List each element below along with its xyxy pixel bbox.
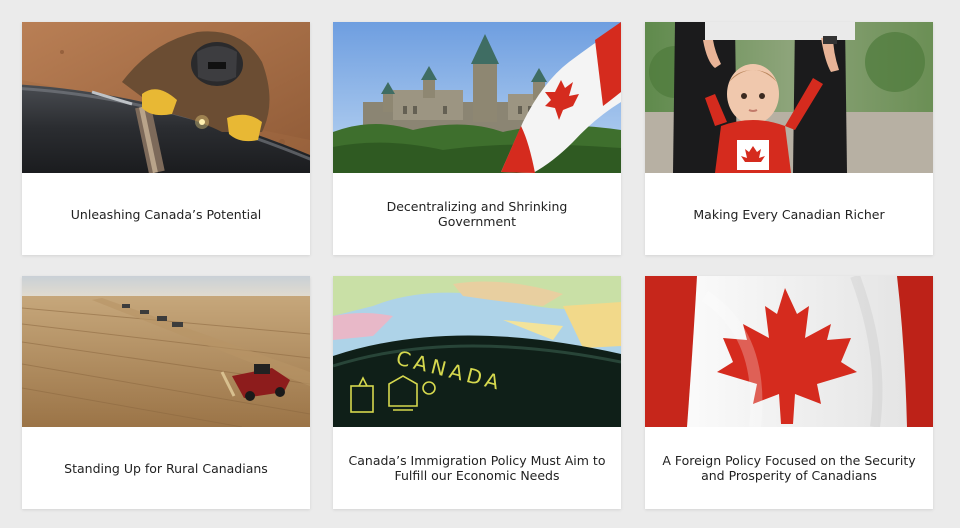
policy-card-immigration[interactable]: CANADA Canada’s Immigration Policy Must … [333, 276, 621, 509]
toddler-image[interactable] [645, 22, 933, 173]
passport-map-image[interactable]: CANADA [333, 276, 621, 427]
policy-card-title[interactable]: A Foreign Policy Focused on the Security… [659, 427, 919, 509]
policy-card-title[interactable]: Canada’s Immigration Policy Must Aim to … [347, 427, 607, 509]
canadian-flag-image[interactable] [645, 276, 933, 427]
cut-off-intro-text [0, 0, 960, 12]
policy-page: Unleashing Canada’s Potential Decentrali… [0, 0, 960, 528]
policy-card-potential[interactable]: Unleashing Canada’s Potential [22, 22, 310, 255]
policy-card-title[interactable]: Unleashing Canada’s Potential [36, 173, 296, 255]
policy-card-government[interactable]: Decentralizing and Shrinking Government [333, 22, 621, 255]
parliament-hill-image[interactable] [333, 22, 621, 173]
policy-card-richer[interactable]: Making Every Canadian Richer [645, 22, 933, 255]
policy-card-foreign[interactable]: A Foreign Policy Focused on the Security… [645, 276, 933, 509]
harvest-field-image[interactable] [22, 276, 310, 427]
policy-card-title[interactable]: Making Every Canadian Richer [659, 173, 919, 255]
policy-card-title[interactable]: Decentralizing and Shrinking Government [347, 173, 607, 255]
policy-card-title[interactable]: Standing Up for Rural Canadians [36, 427, 296, 509]
policy-card-rural[interactable]: Standing Up for Rural Canadians [22, 276, 310, 509]
welder-pipeline-image[interactable] [22, 22, 310, 173]
